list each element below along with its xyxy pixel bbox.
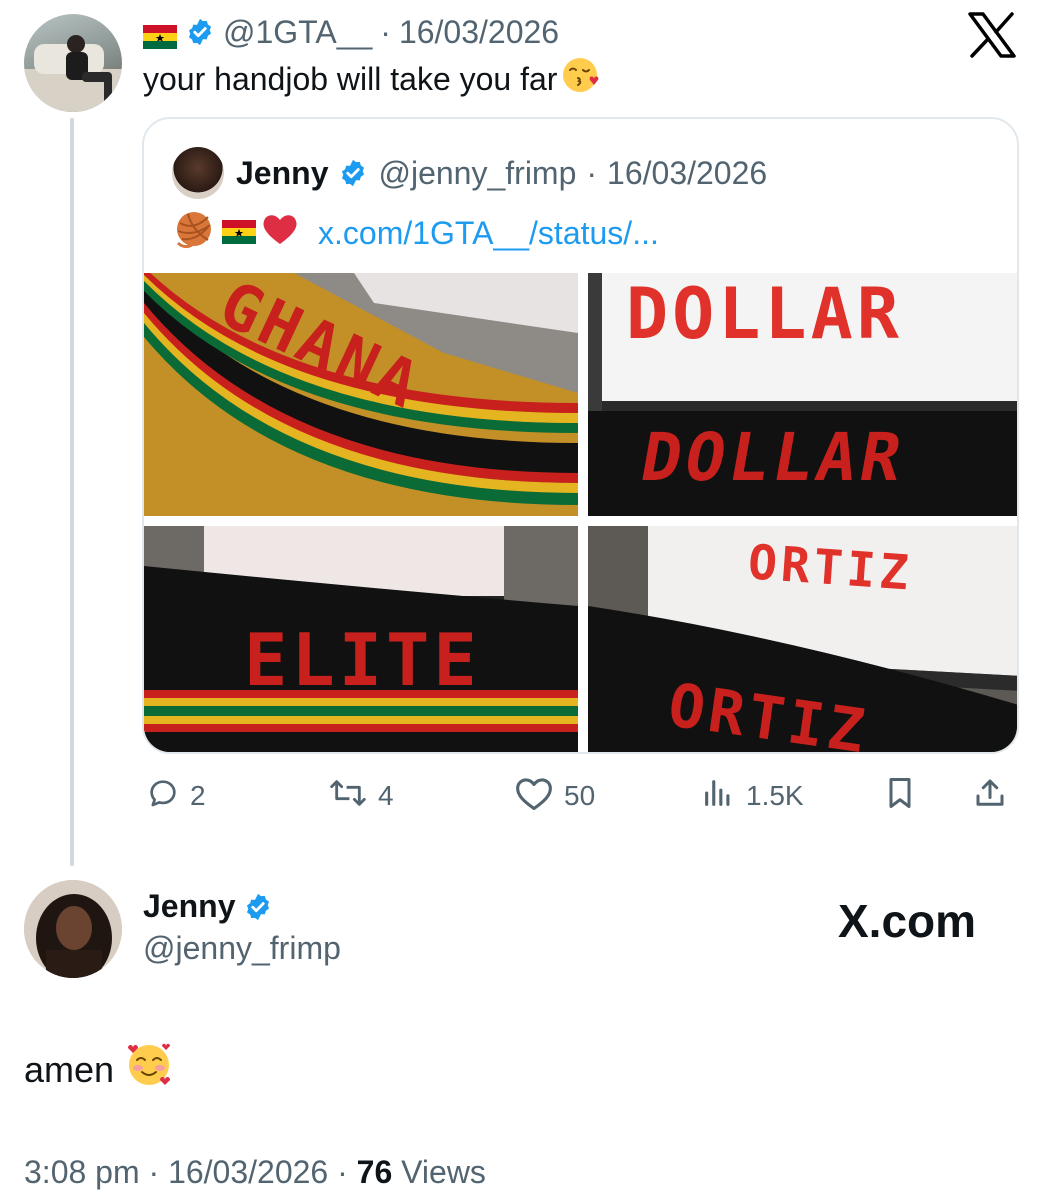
- repost-button[interactable]: 4: [328, 770, 394, 822]
- reply-button[interactable]: 2: [146, 770, 206, 822]
- tweet-time[interactable]: 3:08 pm: [24, 1154, 140, 1190]
- photo-ghana[interactable]: GHANA: [144, 273, 578, 516]
- x-logo-icon[interactable]: X: [968, 12, 1016, 58]
- ghana-flag-icon: [143, 20, 177, 49]
- reply-count: 2: [190, 780, 206, 811]
- reply-icon: [146, 776, 180, 817]
- kiss-emoji-icon: [561, 56, 599, 102]
- bookmark-icon: [882, 774, 918, 819]
- verified-icon: [338, 158, 368, 188]
- quoted-tweet-date[interactable]: 16/03/2026: [607, 155, 767, 192]
- main-tweet-text: amen: [24, 1048, 115, 1090]
- heart-icon: [262, 212, 298, 254]
- avatar-jenny-small[interactable]: [172, 147, 224, 199]
- verified-icon: [185, 17, 215, 47]
- bookmark-button[interactable]: [882, 770, 918, 822]
- verified-icon: [243, 892, 273, 922]
- photo-dollar-screen-text: DOLLAR: [626, 273, 903, 355]
- x-com-brand: X.com: [838, 895, 977, 947]
- like-icon: [514, 775, 554, 818]
- views-icon: [700, 776, 736, 817]
- separator: ·: [148, 1154, 160, 1190]
- share-icon: [972, 774, 1008, 819]
- photo-ortiz-screen-text: ORTIZ: [746, 534, 915, 602]
- top-tweet-header: @1GTA__ · 16/03/2026: [143, 12, 559, 52]
- photo-elite-text: ELITE: [244, 618, 481, 702]
- main-tweet-text-row: amen: [24, 1040, 174, 1099]
- tweet-meta: 3:08 pm · 16/03/2026 · 76 Views: [24, 1154, 486, 1191]
- avatar-jenny[interactable]: [24, 880, 122, 978]
- photo-dollar-text: DOLLAR: [635, 419, 912, 496]
- quoted-author-handle[interactable]: @jenny_frimp: [378, 155, 576, 192]
- share-button[interactable]: [972, 770, 1008, 822]
- avatar-1gta[interactable]: [24, 14, 122, 112]
- repost-count: 4: [378, 780, 394, 811]
- tweet-date[interactable]: 16/03/2026: [168, 1154, 328, 1190]
- separator: ·: [586, 154, 598, 191]
- yarn-icon: [174, 209, 216, 257]
- photo-elite[interactable]: ELITE: [144, 526, 578, 752]
- top-tweet-date[interactable]: 16/03/2026: [399, 14, 559, 51]
- quoted-author-name[interactable]: Jenny: [236, 155, 328, 192]
- separator: ·: [337, 1154, 348, 1190]
- tweet-action-bar: 2 4 50 1.5K: [142, 770, 1022, 822]
- views-button[interactable]: 1.5K: [700, 770, 804, 822]
- views-number: 76: [356, 1154, 393, 1190]
- ghana-flag-icon: [222, 215, 256, 252]
- author-name-row: Jenny: [143, 888, 273, 925]
- thread-line: [70, 118, 74, 866]
- author-name[interactable]: Jenny: [143, 888, 235, 925]
- quoted-tweet-link[interactable]: x.com/1GTA__/status/...: [318, 215, 659, 252]
- views-label: Views: [401, 1154, 486, 1190]
- quoted-tweet-card[interactable]: Jenny @jenny_frimp · 16/03/2026 x.com/1G…: [142, 117, 1019, 754]
- repost-icon: [328, 776, 368, 817]
- photo-ortiz[interactable]: ORTIZ ORTIZ: [588, 526, 1017, 752]
- top-tweet-handle[interactable]: @1GTA__: [223, 14, 372, 51]
- separator: ·: [380, 13, 391, 50]
- like-count: 50: [564, 780, 596, 811]
- top-tweet-text: your handjob will take you far: [143, 60, 558, 97]
- views-count: 1.5K: [746, 780, 804, 811]
- photo-dollar[interactable]: DOLLAR DOLLAR: [588, 273, 1017, 516]
- top-tweet-text-row: your handjob will take you far: [143, 56, 599, 102]
- author-handle[interactable]: @jenny_frimp: [143, 930, 341, 967]
- smiling-hearts-emoji-icon: [124, 1040, 174, 1099]
- like-button[interactable]: 50: [514, 770, 595, 822]
